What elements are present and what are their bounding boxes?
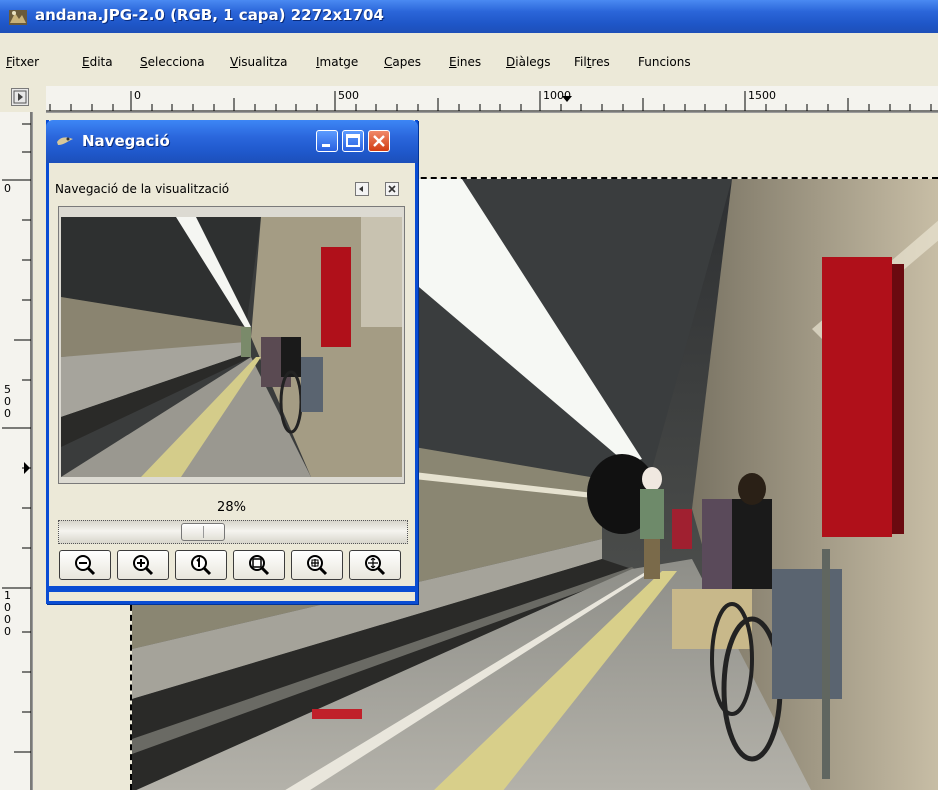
ruler-label-500: 500 [338, 89, 359, 102]
navigate-arrow-icon [13, 90, 27, 104]
menu-dialegs[interactable]: Diàlegs [506, 55, 551, 69]
zoom-fit-icon [249, 555, 270, 576]
window-titlebar[interactable]: andana.JPG-2.0 (RGB, 1 capa) 2272x1704 [0, 0, 938, 33]
menu-fitxer[interactable]: Fitxer [6, 55, 39, 69]
window-title: andana.JPG-2.0 (RGB, 1 capa) 2272x1704 [35, 6, 384, 24]
zoom-in-icon [133, 555, 154, 576]
menu-edita[interactable]: Edita [82, 55, 113, 69]
close-button[interactable] [368, 130, 390, 152]
maximize-button[interactable] [342, 130, 364, 152]
horizontal-ruler-ticks [46, 91, 938, 112]
vruler-label-0: 0 [4, 182, 11, 195]
tab-menu-arrow-icon [359, 186, 363, 192]
navigation-titlebar[interactable]: Navegació [46, 120, 418, 163]
zoom-out-button[interactable] [59, 550, 111, 580]
gimp-wilber-icon [57, 137, 73, 145]
menu-visualitza[interactable]: Visualitza [230, 55, 288, 69]
gimp-app-icon [9, 10, 27, 25]
vruler-label-1000: 1000 [4, 589, 11, 638]
minimize-icon [322, 144, 330, 147]
zoom-1to1-icon [191, 555, 212, 576]
zoom-fit-button[interactable] [233, 550, 285, 580]
vruler-label-500: 500 [4, 383, 11, 420]
zoom-slider-handle[interactable] [181, 523, 225, 541]
menu-funcions[interactable]: Funcions [638, 55, 691, 69]
dockable-title: Navegació de la visualització [55, 182, 230, 196]
navigation-window-bottom-border [49, 586, 415, 592]
menu-filtres[interactable]: Filtres [574, 55, 610, 69]
zoom-fill-button[interactable] [291, 550, 343, 580]
zoom-fill-icon [307, 555, 328, 576]
menu-imatge[interactable]: Imatge [316, 55, 358, 69]
zoom-out-icon [75, 555, 96, 576]
dock-close-button[interactable] [385, 182, 399, 196]
zoom-in-button[interactable] [117, 550, 169, 580]
zoom-percent-label: 28% [217, 500, 246, 515]
menu-selecciona[interactable]: Selecciona [140, 55, 205, 69]
minimize-button[interactable] [316, 130, 338, 152]
dock-menu-button[interactable] [355, 182, 369, 196]
menu-eines[interactable]: Eines [449, 55, 481, 69]
zoom-1to1-button[interactable] [175, 550, 227, 580]
ruler-label-1500: 1500 [748, 89, 776, 102]
zoom-slider[interactable] [58, 520, 408, 544]
ruler-label-1000: 1000 [543, 89, 571, 102]
dockable-header: Navegació de la visualització [55, 180, 411, 200]
close-icon [373, 135, 385, 147]
preview-photo [61, 217, 402, 477]
vertical-ruler[interactable]: 0 500 1000 [0, 112, 33, 790]
shrink-wrap-button[interactable] [349, 550, 401, 580]
ruler-label-0: 0 [134, 89, 141, 102]
navigate-corner-button[interactable] [11, 88, 29, 106]
navigation-window-title: Navegació [82, 132, 170, 150]
horizontal-ruler[interactable]: 0 500 1000 1500 [46, 86, 938, 113]
shrink-wrap-icon [365, 555, 386, 576]
navigation-window: Navegació Navegació de la visualització [46, 120, 418, 604]
navigation-preview[interactable] [58, 206, 405, 484]
menubar: Fitxer Edita Selecciona Visualitza Imatg… [0, 51, 938, 73]
vruler-pointer-marker [24, 462, 30, 474]
maximize-icon [346, 134, 360, 147]
vertical-ruler-ticks [2, 112, 32, 790]
dock-close-icon [388, 185, 396, 193]
navigation-preview-thumbnail [61, 217, 402, 477]
menu-capes[interactable]: Capes [384, 55, 421, 69]
